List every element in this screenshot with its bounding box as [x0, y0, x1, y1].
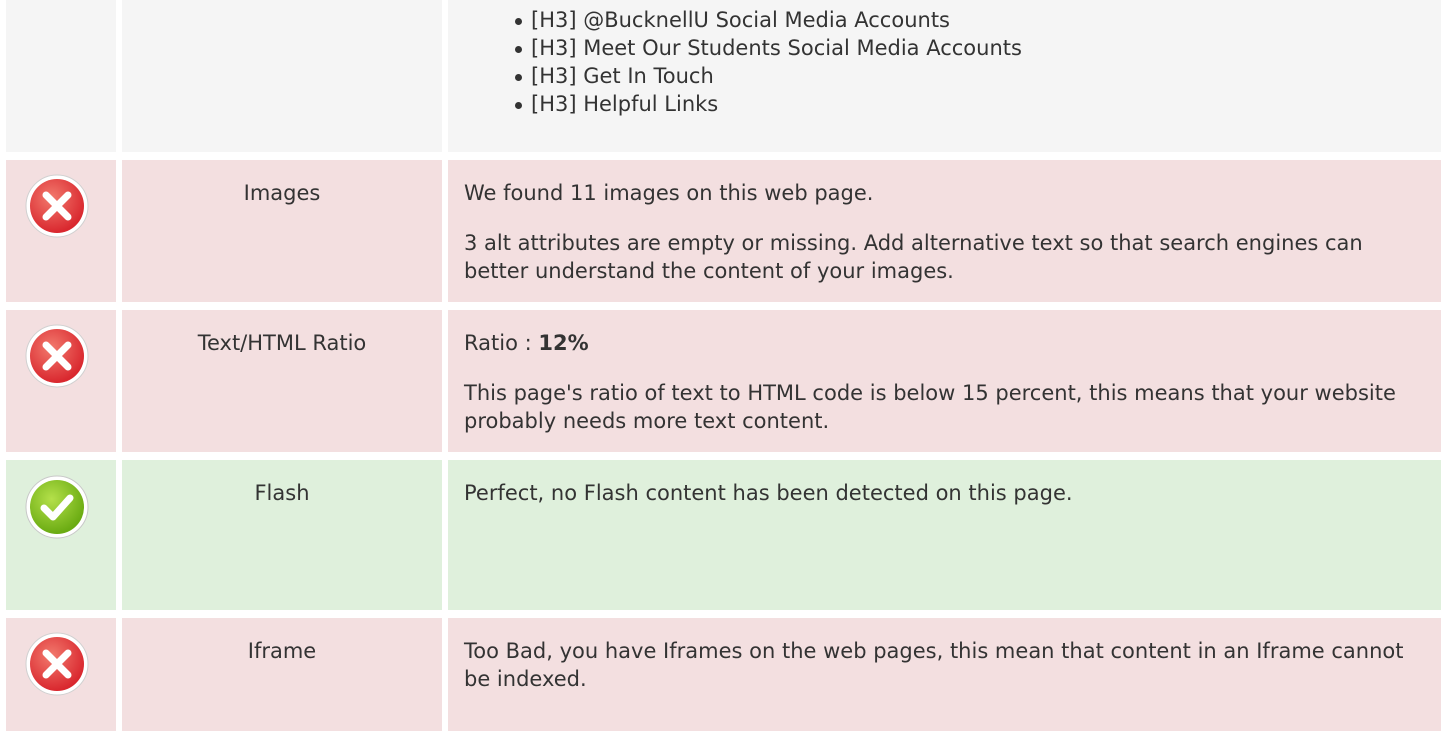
iframe-status-cell — [6, 618, 116, 731]
images-content: We found 11 images on this web page. 3 a… — [464, 160, 1421, 285]
images-content-cell: We found 11 images on this web page. 3 a… — [448, 160, 1441, 302]
headings-icon-cell — [6, 0, 116, 152]
images-label: Images — [243, 181, 321, 205]
headings-label-cell — [122, 0, 442, 152]
iframe-content: Too Bad, you have Iframes on the web pag… — [464, 618, 1421, 693]
images-status-cell — [6, 160, 116, 302]
heading-list-item: [H3] Meet Our Students Social Media Acco… — [508, 34, 1421, 62]
iframe-label-cell: Iframe — [122, 618, 442, 731]
check-icon — [25, 475, 89, 539]
ratio-label-cell: Text/HTML Ratio — [122, 310, 442, 452]
ratio-content-cell: Ratio : 12% This page's ratio of text to… — [448, 310, 1441, 452]
flash-description: Perfect, no Flash content has been detec… — [464, 481, 1073, 505]
error-x-icon — [25, 324, 89, 388]
iframe-description: Too Bad, you have Iframes on the web pag… — [464, 639, 1404, 691]
heading-list-item: [H3] Helpful Links — [508, 90, 1421, 118]
iframe-content-cell: Too Bad, you have Iframes on the web pag… — [448, 618, 1441, 731]
ratio-content: Ratio : 12% This page's ratio of text to… — [464, 310, 1421, 435]
iframe-label: Iframe — [247, 639, 317, 663]
error-x-icon — [25, 174, 89, 238]
flash-label-cell: Flash — [122, 460, 442, 610]
flash-status-cell — [6, 460, 116, 610]
heading-list-item: [H3] @BucknellU Social Media Accounts — [508, 6, 1421, 34]
images-alt-text: 3 alt attributes are empty or missing. A… — [464, 231, 1363, 283]
iframe-row: Iframe Too Bad, you have Iframes on the … — [0, 618, 1441, 731]
ratio-line: Ratio : 12% — [464, 329, 1421, 357]
heading-list-item: [H3] Get In Touch — [508, 62, 1421, 90]
images-row: Images We found 11 images on this web pa… — [0, 160, 1441, 302]
images-label-cell: Images — [122, 160, 442, 302]
ratio-status-cell — [6, 310, 116, 452]
headings-content-cell: [H3] @BucknellU Social Media Accounts [H… — [448, 0, 1441, 152]
ratio-value: 12% — [538, 331, 589, 355]
flash-content: Perfect, no Flash content has been detec… — [464, 460, 1421, 507]
flash-label: Flash — [254, 481, 310, 505]
text-html-ratio-row: Text/HTML Ratio Ratio : 12% This page's … — [0, 310, 1441, 452]
heading-list: [H3] @BucknellU Social Media Accounts [H… — [508, 0, 1421, 118]
ratio-description: This page's ratio of text to HTML code i… — [464, 381, 1396, 433]
flash-content-cell: Perfect, no Flash content has been detec… — [448, 460, 1441, 610]
error-x-icon — [25, 632, 89, 696]
images-count-text: We found 11 images on this web page. — [464, 181, 874, 205]
headings-row: [H3] @BucknellU Social Media Accounts [H… — [0, 0, 1441, 152]
flash-row: Flash Perfect, no Flash content has been… — [0, 460, 1441, 610]
ratio-label: Text/HTML Ratio — [197, 331, 367, 355]
seo-report: [H3] @BucknellU Social Media Accounts [H… — [0, 0, 1441, 731]
ratio-prefix: Ratio : — [464, 331, 539, 355]
